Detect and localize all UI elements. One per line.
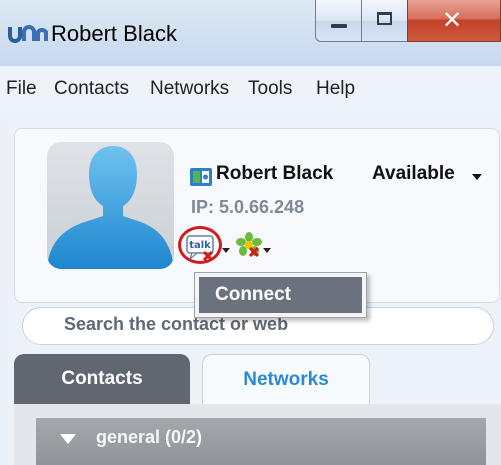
talk-chevron-down-icon[interactable]	[222, 248, 230, 253]
minimize-icon	[331, 24, 347, 28]
icq-chevron-down-icon[interactable]	[263, 248, 271, 253]
icq-flower-icon[interactable]	[236, 232, 262, 260]
window-title: Robert Black	[51, 21, 177, 46]
connect-menu-item[interactable]: Connect	[199, 277, 362, 313]
close-button[interactable]: ✕	[407, 0, 501, 42]
menu-tools[interactable]: Tools	[248, 78, 292, 100]
menu-help[interactable]: Help	[316, 78, 355, 100]
tab-networks[interactable]: Networks	[202, 354, 370, 404]
avatar-silhouette-icon	[47, 146, 174, 269]
minimize-button[interactable]	[315, 0, 362, 42]
expand-triangle-icon[interactable]	[60, 434, 76, 444]
status-network-icon	[190, 168, 212, 186]
group-label: general (0/2)	[96, 427, 203, 447]
availability-chevron-down-icon[interactable]	[472, 174, 482, 180]
connect-context-menu: Connect	[194, 272, 367, 318]
user-name: Robert Black	[216, 163, 334, 184]
close-icon: ✕	[442, 6, 463, 34]
tab-contacts[interactable]: Contacts	[14, 354, 190, 404]
app-logo-icon	[8, 25, 48, 43]
maximize-icon	[377, 12, 392, 25]
maximize-button[interactable]	[361, 0, 408, 42]
app-logo	[8, 22, 48, 44]
availability-dropdown[interactable]: Available	[372, 163, 455, 185]
menu-contacts[interactable]: Contacts	[54, 78, 129, 100]
menu-file[interactable]: File	[6, 78, 37, 100]
avatar[interactable]	[47, 142, 174, 269]
highlight-circle	[178, 226, 222, 264]
ip-address: IP: 5.0.66.248	[191, 197, 305, 217]
menu-networks[interactable]: Networks	[150, 78, 229, 100]
